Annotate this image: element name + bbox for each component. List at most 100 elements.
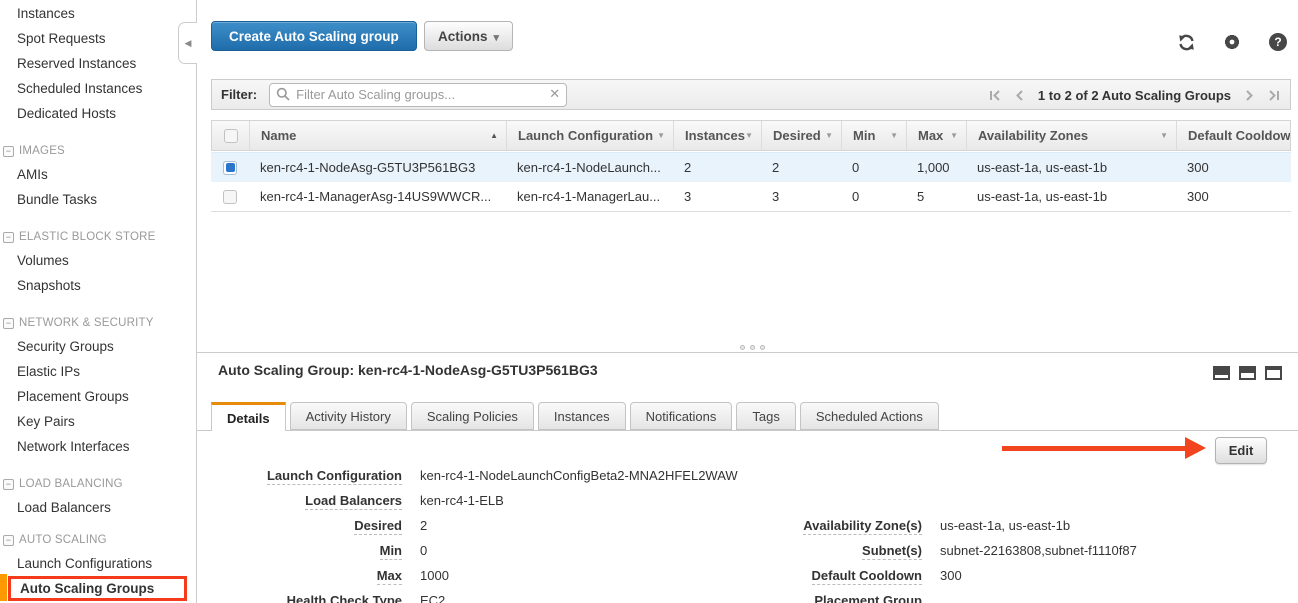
cell-instances: 2 [673,153,761,182]
field-label: Health Check Type [287,593,402,603]
help-glyph: ? [1269,33,1287,51]
sidebar-item-auto-scaling-groups[interactable]: Auto Scaling Groups [8,576,187,601]
sort-icon: ▼ [657,131,673,140]
sidebar-section-network-security[interactable]: − NETWORK & SECURITY [0,312,196,334]
column-header-desired[interactable]: Desired ▼ [762,121,842,150]
section-label: LOAD BALANCING [19,473,123,495]
cell-name: ken-rc4-1-NodeAsg-G5TU3P561BG3 [249,153,506,182]
column-label: Launch Configuration [518,128,653,143]
ec2-console-screen: Instances Spot Requests Reserved Instanc… [0,0,1298,603]
cell-default-cooldown: 300 [1176,153,1291,182]
filter-search-input[interactable] [269,83,567,107]
actions-button[interactable]: Actions▾ [424,21,513,51]
table-row[interactable]: ken-rc4-1-NodeAsg-G5TU3P561BG3 ken-rc4-1… [211,152,1291,182]
gear-settings-icon[interactable] [1222,32,1242,52]
tab-notifications[interactable]: Notifications [630,402,733,430]
pagination: 1 to 2 of 2 Auto Scaling Groups [989,80,1280,111]
first-page-icon[interactable] [989,89,1002,102]
column-header-instances[interactable]: Instances ▼ [674,121,762,150]
tab-instances[interactable]: Instances [538,402,626,430]
splitter-divider [197,352,1298,353]
sidebar-item-reserved-instances[interactable]: Reserved Instances [0,51,196,76]
sidebar-item-load-balancers[interactable]: Load Balancers [0,495,196,520]
tab-activity-history[interactable]: Activity History [290,402,407,430]
sidebar-nav: Instances Spot Requests Reserved Instanc… [0,0,196,603]
column-label: Min [853,128,875,143]
detail-fields-right: Availability Zone(s)us-east-1a, us-east-… [788,518,1288,603]
column-header-availability-zones[interactable]: Availability Zones ▼ [967,121,1177,150]
sidebar-item-security-groups[interactable]: Security Groups [0,334,196,359]
pane-layout-small-icon[interactable] [1213,366,1230,380]
column-header-max[interactable]: Max ▼ [907,121,967,150]
cell-max: 5 [906,182,966,211]
sidebar-item-bundle-tasks[interactable]: Bundle Tasks [0,187,196,212]
cell-min: 0 [841,153,906,182]
table-row[interactable]: ken-rc4-1-ManagerAsg-14US9WWCR... ken-rc… [211,182,1291,212]
refresh-icon[interactable] [1176,32,1196,52]
detail-panel-title: Auto Scaling Group: ken-rc4-1-NodeAsg-G5… [218,362,598,378]
field-value: ken-rc4-1-ELB [420,493,504,508]
annotation-arrow-head [1185,437,1206,459]
sidebar-item-placement-groups[interactable]: Placement Groups [0,384,196,409]
last-page-icon[interactable] [1267,89,1280,102]
next-page-icon[interactable] [1245,89,1255,102]
sidebar-collapse-handle[interactable]: ◀ [178,22,197,64]
row-checkbox[interactable] [223,190,237,204]
cell-name: ken-rc4-1-ManagerAsg-14US9WWCR... [249,182,506,211]
pane-layout-medium-icon[interactable] [1239,366,1256,380]
sidebar-section-images[interactable]: − IMAGES [0,140,196,162]
edit-button[interactable]: Edit [1215,437,1267,464]
column-header-min[interactable]: Min ▼ [842,121,907,150]
row-checkbox-checked[interactable] [223,161,237,175]
sidebar-item-snapshots[interactable]: Snapshots [0,273,196,298]
clear-filter-icon[interactable]: ✕ [549,86,560,102]
prev-page-icon[interactable] [1014,89,1024,102]
section-label: IMAGES [19,140,65,162]
cell-default-cooldown: 300 [1176,182,1291,211]
sidebar-item-elastic-ips[interactable]: Elastic IPs [0,359,196,384]
sidebar-section-auto-scaling[interactable]: − AUTO SCALING [0,529,196,551]
column-header-default-cooldown[interactable]: Default Cooldown [1177,121,1290,150]
sidebar-item-dedicated-hosts[interactable]: Dedicated Hosts [0,101,196,126]
column-header-launch-configuration[interactable]: Launch Configuration ▼ [507,121,674,150]
caret-down-icon: ▾ [494,32,500,44]
tab-tags[interactable]: Tags [736,402,795,430]
sidebar-item-amis[interactable]: AMIs [0,162,196,187]
section-collapse-icon[interactable]: − [3,479,14,490]
sidebar-item-volumes[interactable]: Volumes [0,248,196,273]
create-auto-scaling-group-button[interactable]: Create Auto Scaling group [211,21,417,51]
sidebar-section-ebs[interactable]: − ELASTIC BLOCK STORE [0,226,196,248]
collapse-left-icon: ◀ [185,38,192,49]
sidebar-item-instances[interactable]: Instances [0,1,196,26]
sidebar-item-spot-requests[interactable]: Spot Requests [0,26,196,51]
select-all-checkbox[interactable] [224,129,238,143]
section-label: AUTO SCALING [19,529,107,551]
column-label: Availability Zones [978,128,1088,143]
filter-search-box: ✕ [269,83,567,107]
section-collapse-icon[interactable]: − [3,318,14,329]
sidebar-item-scheduled-instances[interactable]: Scheduled Instances [0,76,196,101]
splitter-drag-handle-icon[interactable] [740,345,765,350]
field-label: Launch Configuration [267,468,402,485]
table-header-row: Name ▲ Launch Configuration ▼ Instances … [211,120,1291,151]
section-collapse-icon[interactable]: − [3,146,14,157]
sidebar-item-network-interfaces[interactable]: Network Interfaces [0,434,196,459]
field-value: subnet-22163808,subnet-f1110f87 [940,543,1137,558]
section-collapse-icon[interactable]: − [3,535,14,546]
pane-layout-large-icon[interactable] [1265,366,1282,380]
sidebar-item-key-pairs[interactable]: Key Pairs [0,409,196,434]
sidebar-section-load-balancing[interactable]: − LOAD BALANCING [0,473,196,495]
sort-icon: ▼ [890,131,906,140]
tab-scheduled-actions[interactable]: Scheduled Actions [800,402,939,430]
tab-details[interactable]: Details [211,402,286,431]
section-collapse-icon[interactable]: − [3,232,14,243]
column-header-name[interactable]: Name ▲ [250,121,507,150]
sort-icon: ▼ [825,131,841,140]
cell-launch-configuration: ken-rc4-1-ManagerLau... [506,182,673,211]
sidebar-item-launch-configurations[interactable]: Launch Configurations [0,551,196,576]
field-label: Placement Group [814,593,922,603]
field-label: Max [377,568,402,585]
help-icon[interactable]: ? [1268,32,1288,52]
tab-scaling-policies[interactable]: Scaling Policies [411,402,534,430]
select-all-checkbox-cell [212,121,250,150]
